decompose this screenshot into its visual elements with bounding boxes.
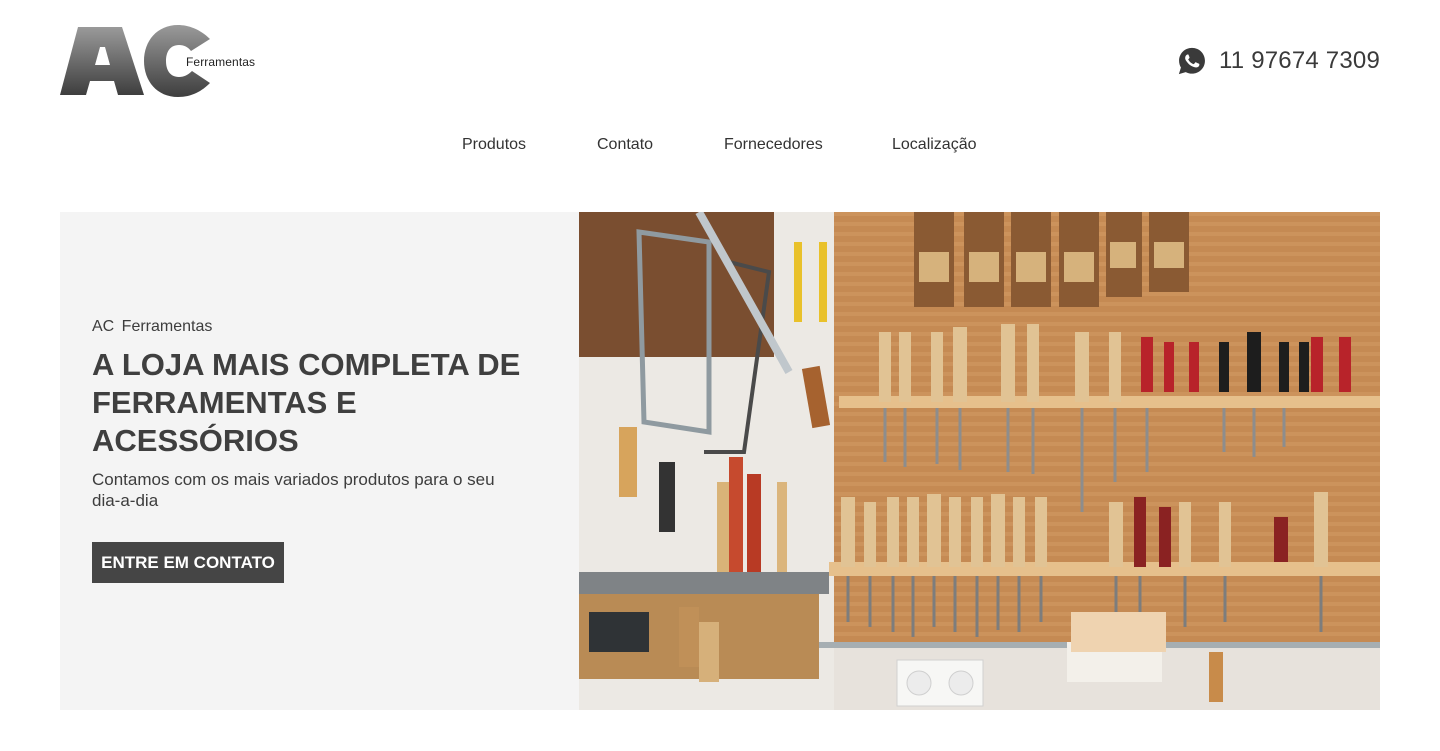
phone-contact[interactable]: 11 97674 7309 (1177, 45, 1380, 77)
tool-wall-illustration (579, 212, 1380, 710)
site-header: Ferramentas 11 97674 7309 (60, 25, 1380, 97)
hero-banner: AC Ferramentas A LOJA MAIS COMPLETA DE F… (60, 212, 1380, 710)
whatsapp-icon (1178, 47, 1205, 75)
nav-item-contato[interactable]: Contato (597, 136, 653, 154)
hero-eyebrow: AC Ferramentas (92, 318, 213, 335)
brand-name: Ferramentas (186, 55, 256, 69)
hero-tools-image (579, 212, 1380, 710)
brand-logo[interactable]: Ferramentas (60, 25, 260, 97)
hero-content: AC Ferramentas A LOJA MAIS COMPLETA DE F… (92, 212, 552, 710)
hero-subtext: Contamos com os mais variados produtos p… (92, 470, 495, 510)
nav-item-produtos[interactable]: Produtos (462, 136, 526, 154)
nav-item-localizacao[interactable]: Localização (892, 136, 977, 154)
contact-cta-button[interactable]: ENTRE EM CONTATO (92, 542, 284, 583)
phone-number[interactable]: 11 97674 7309 (1219, 47, 1380, 75)
main-nav: Produtos Contato Fornecedores Localizaçã… (0, 136, 1440, 158)
nav-item-fornecedores[interactable]: Fornecedores (724, 136, 823, 154)
hero-headline: A LOJA MAIS COMPLETA DE FERRAMENTAS E AC… (92, 347, 521, 458)
